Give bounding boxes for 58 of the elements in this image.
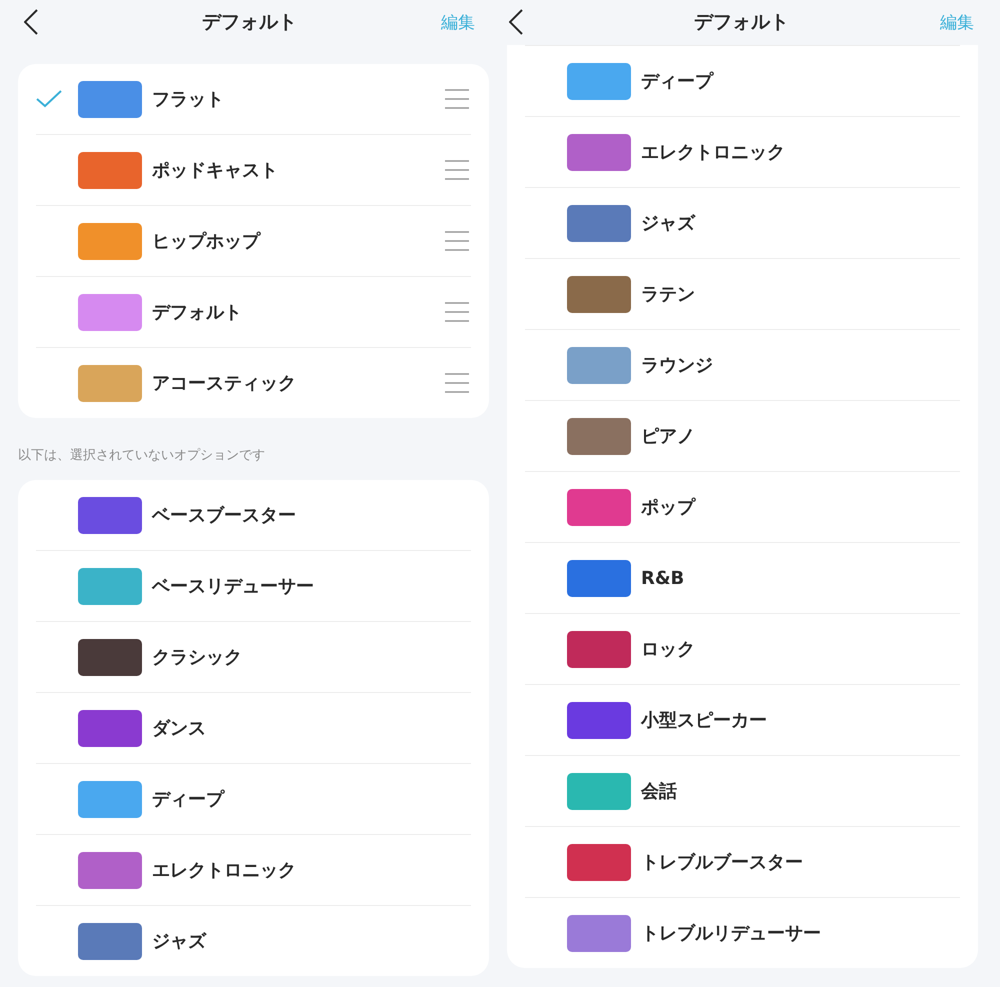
preset-row[interactable]: フラット — [36, 64, 471, 134]
drag-handle-icon[interactable] — [445, 373, 469, 393]
drag-handle-icon[interactable] — [445, 160, 469, 180]
preset-row[interactable]: ジャズ — [525, 187, 960, 258]
preset-name: ポッドキャスト — [152, 159, 279, 182]
preset-name: ジャズ — [152, 930, 208, 953]
preset-name: エレクトロニック — [152, 859, 297, 882]
preset-name: デフォルト — [152, 301, 243, 324]
preset-row[interactable]: ジャズ — [36, 905, 471, 976]
preset-name: トレブルリデューサー — [641, 922, 822, 945]
preset-row[interactable]: アコースティック — [36, 347, 471, 418]
preset-name: トレブルブースター — [641, 851, 804, 874]
preset-row[interactable]: ベースブースター — [36, 480, 471, 550]
preset-name: ベースリデューサー — [152, 575, 315, 598]
preset-name: ダンス — [152, 717, 207, 740]
page-title: デフォルト — [694, 10, 789, 35]
preset-name: ジャズ — [641, 212, 697, 235]
section-caption: 以下は、選択されていないオプションです — [18, 447, 265, 464]
preset-row[interactable]: エレクトロニック — [525, 116, 960, 187]
preset-name: ピアノ — [641, 425, 696, 448]
preset-row[interactable]: ヒップホップ — [36, 205, 471, 276]
preset-name: ベースブースター — [152, 504, 297, 527]
preset-name: ディープ — [152, 788, 226, 811]
preset-row[interactable]: トレブルブースター — [525, 826, 960, 897]
preset-name: 会話 — [641, 780, 678, 803]
preset-row[interactable]: ベースリデューサー — [36, 550, 471, 621]
preset-name: ロック — [641, 638, 696, 661]
page-title: デフォルト — [202, 10, 297, 35]
drag-handle-icon[interactable] — [445, 89, 469, 109]
preset-row[interactable]: ディープ — [525, 45, 960, 116]
preset-row[interactable]: ディープ — [36, 763, 471, 834]
preset-name: アコースティック — [152, 372, 297, 395]
preset-name: 小型スピーカー — [641, 709, 768, 732]
preset-name: ラウンジ — [641, 354, 714, 377]
preset-row[interactable]: ロック — [525, 613, 960, 684]
preset-row[interactable]: トレブルリデューサー — [525, 897, 960, 968]
preset-row[interactable]: ラテン — [525, 258, 960, 329]
preset-row[interactable]: ピアノ — [525, 400, 960, 471]
drag-handle-icon[interactable] — [445, 302, 469, 322]
preset-row[interactable]: エレクトロニック — [36, 834, 471, 905]
preset-name: エレクトロニック — [641, 141, 786, 164]
preset-row[interactable]: R&B — [525, 542, 960, 613]
preset-row[interactable]: ポッドキャスト — [36, 134, 471, 205]
preset-row[interactable]: 会話 — [525, 755, 960, 826]
preset-name: R&B — [641, 568, 686, 588]
preset-row[interactable]: ダンス — [36, 692, 471, 763]
preset-row[interactable]: 小型スピーカー — [525, 684, 960, 755]
preset-name: ディープ — [641, 70, 715, 93]
preset-row[interactable]: ラウンジ — [525, 329, 960, 400]
preset-name: クラシック — [152, 646, 243, 669]
drag-handle-icon[interactable] — [445, 231, 469, 251]
preset-name: ラテン — [641, 283, 696, 306]
preset-name: ヒップホップ — [152, 230, 262, 253]
preset-row[interactable]: ポップ — [525, 471, 960, 542]
preset-name: ポップ — [641, 496, 697, 519]
preset-row[interactable]: クラシック — [36, 621, 471, 692]
preset-row[interactable]: デフォルト — [36, 276, 471, 347]
preset-name: フラット — [152, 88, 225, 111]
